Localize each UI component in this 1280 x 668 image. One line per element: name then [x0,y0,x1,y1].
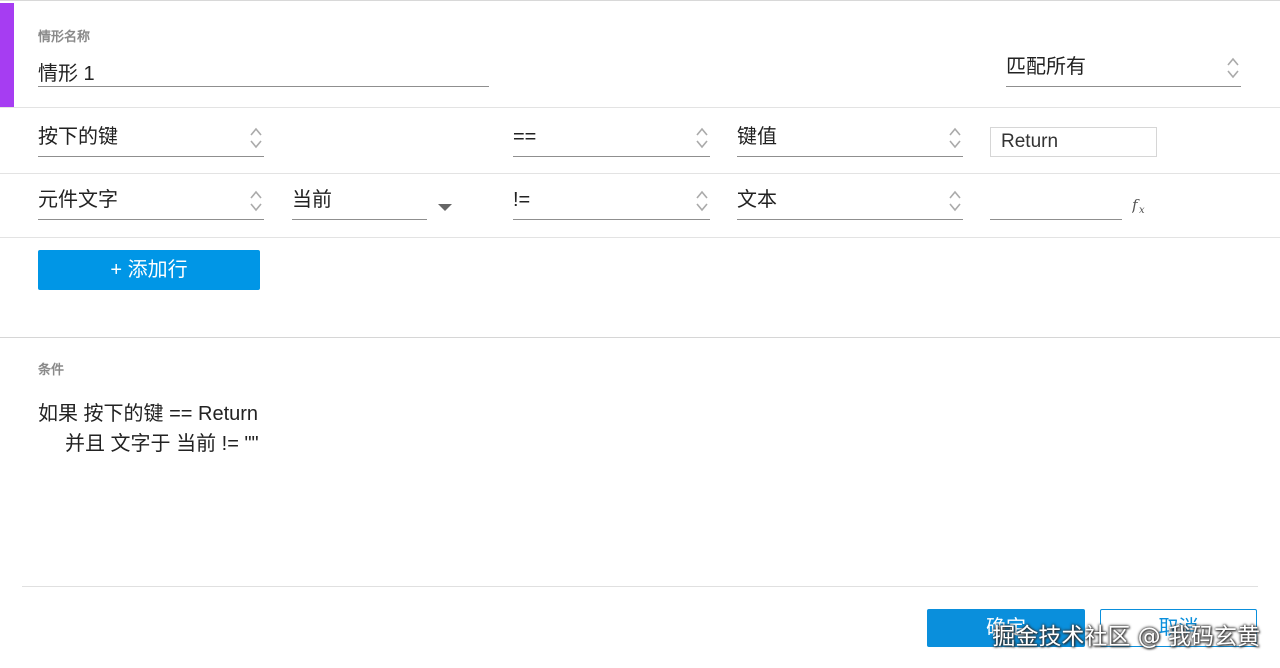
match-mode-select[interactable]: 匹配所有 [1006,53,1241,87]
chevron-updown-icon [250,126,262,150]
svg-text:x: x [1139,205,1145,216]
match-mode-value: 匹配所有 [1006,56,1086,78]
condition-row: 元件文字 当前 != 文本 fx [0,174,1280,238]
field-select-value: 按下的键 [38,126,118,148]
chevron-updown-icon [949,126,961,150]
target-select-value: 当前 [292,189,332,211]
operator-select-value: == [513,126,537,148]
dropdown-arrow-icon[interactable] [438,204,452,211]
condition-line-2: 并且 文字于 当前 != "" [65,433,259,455]
condition-divider [0,337,1280,338]
condition-dialog: 情形名称 情形 1 匹配所有 按下的键 == 键值 Return 元件文字 当前… [0,0,1280,668]
key-value-input[interactable]: Return [990,127,1157,157]
chevron-updown-icon [949,189,961,213]
watermark: 掘金技术社区 @ 我码玄黄 [992,624,1260,650]
chevron-updown-icon [696,126,708,150]
case-name-input[interactable]: 情形 1 [38,57,489,87]
operator-select[interactable]: != [513,186,710,220]
chevron-updown-icon [696,189,708,213]
add-row-button[interactable]: + 添加行 [38,250,260,290]
chevron-updown-icon [1227,56,1239,80]
case-name-label: 情形名称 [38,29,91,44]
value-type-select-value: 文本 [737,189,777,211]
value-type-select[interactable]: 文本 [737,186,963,220]
target-select[interactable]: 当前 [292,186,427,220]
condition-line-1: 如果 按下的键 == Return [38,403,259,425]
condition-row: 按下的键 == 键值 Return [0,108,1280,174]
field-select[interactable]: 按下的键 [38,123,264,157]
operator-select-value: != [513,189,531,211]
value-type-select[interactable]: 键值 [737,123,963,157]
accent-bar [0,3,14,107]
fx-icon[interactable]: fx [1131,194,1150,220]
case-header: 情形名称 情形 1 匹配所有 [0,1,1280,108]
field-select[interactable]: 元件文字 [38,186,264,220]
operator-select[interactable]: == [513,123,710,157]
field-select-value: 元件文字 [38,189,118,211]
condition-label: 条件 [38,362,65,377]
value-type-select-value: 键值 [737,126,777,148]
text-value-input[interactable] [990,190,1122,220]
chevron-updown-icon [250,189,262,213]
footer-divider [22,586,1258,587]
